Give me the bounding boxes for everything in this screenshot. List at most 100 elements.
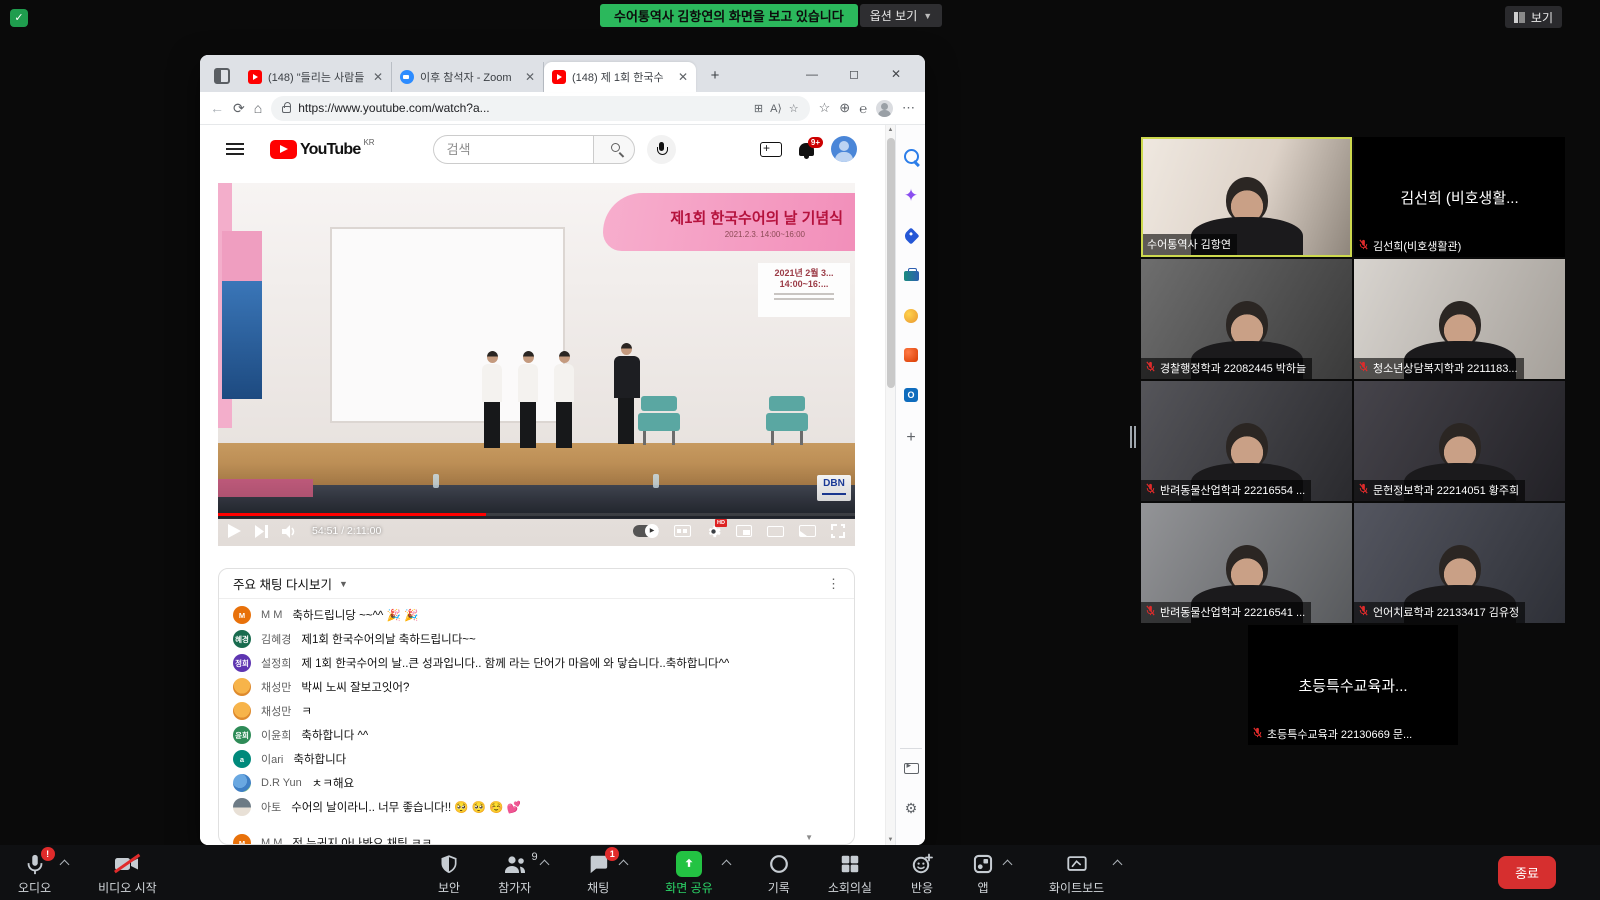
chevron-up-icon[interactable] xyxy=(619,860,629,870)
add-favorite-icon[interactable]: ☆ xyxy=(789,102,799,115)
miniplayer-icon[interactable] xyxy=(736,525,752,537)
collections-icon[interactable]: ⊕ xyxy=(839,100,850,116)
chat-message[interactable]: a이ari축하합니다 xyxy=(219,747,854,771)
youtube-avatar[interactable] xyxy=(831,136,857,162)
toolbar-item-chat[interactable]: 1채팅 xyxy=(586,851,627,896)
panel-resize-handle[interactable] xyxy=(1130,426,1136,448)
create-video-icon[interactable] xyxy=(760,142,782,157)
toolbar-item-video[interactable]: 비디오 시작 xyxy=(98,851,157,896)
next-icon[interactable] xyxy=(255,525,268,538)
read-aloud-icon[interactable]: A⟩ xyxy=(770,102,782,115)
play-icon[interactable] xyxy=(228,524,241,538)
favorites-icon[interactable]: ☆ xyxy=(819,100,831,116)
sidebar-openpanel-icon[interactable] xyxy=(902,759,920,777)
chat-message[interactable]: 채성만박씨 노씨 잘보고잇어? xyxy=(219,675,854,699)
chat-button[interactable]: 1채팅 xyxy=(586,851,610,896)
toolbar-item-security[interactable]: 보안 xyxy=(438,851,460,896)
audio-button[interactable]: !오디오 xyxy=(18,851,51,896)
page-scrollbar[interactable]: ▲ ▼ xyxy=(885,125,895,845)
minimize-button[interactable]: — xyxy=(791,56,833,92)
back-icon[interactable]: ← xyxy=(210,100,224,116)
chevron-up-icon[interactable] xyxy=(721,860,731,870)
reactions-button[interactable]: 반응 xyxy=(910,851,934,896)
share-button[interactable]: 화면 공유 xyxy=(665,851,713,896)
chat-message[interactable]: MM M축하드립니당 ~~^^ 🎉 🎉 xyxy=(219,603,854,627)
chat-message[interactable]: 정희설정희제 1회 한국수어의 날..큰 성과입니다.. 함께 라는 단어가 마… xyxy=(219,651,854,675)
chat-message[interactable]: 혜경김혜경제1회 한국수어의날 축하드립니다~~ xyxy=(219,627,854,651)
toolbar-item-record[interactable]: 기록 xyxy=(768,851,790,896)
url-text[interactable]: https://www.youtube.com/watch?a... xyxy=(298,101,747,115)
sidebar-office-icon[interactable] xyxy=(902,346,920,364)
scrollbar-thumb[interactable] xyxy=(887,138,895,388)
settings-menu-icon[interactable]: ⋯ xyxy=(902,100,915,116)
chat-header-title[interactable]: 주요 채팅 다시보기 xyxy=(233,574,332,593)
browser-tab[interactable]: 이후 참석자 - Zoom✕ xyxy=(392,62,544,92)
toolbar-item-apps[interactable]: 앱 xyxy=(972,851,1011,896)
video-player[interactable]: 제1회 한국수어의 날 기념식 2021.2.3. 14:00~16:00 20… xyxy=(218,183,855,546)
chat-message[interactable]: D.R Yunㅊㅋ해요 xyxy=(219,771,854,795)
split-screen-icon[interactable]: ⊞ xyxy=(754,102,763,115)
end-meeting-button[interactable]: 종료 xyxy=(1498,856,1556,889)
toolbar-item-reactions[interactable]: 반응 xyxy=(910,851,934,896)
participant-tile[interactable]: 수어통역사 김항연 xyxy=(1141,137,1352,257)
sidebar-games-icon[interactable] xyxy=(902,307,920,325)
chat-message[interactable]: 채성만ㅋ xyxy=(219,699,854,723)
new-tab-button[interactable]: + xyxy=(702,62,728,88)
search-button[interactable] xyxy=(593,135,635,164)
theater-mode-icon[interactable] xyxy=(767,526,784,537)
volume-icon[interactable] xyxy=(282,525,298,538)
video-button[interactable]: 비디오 시작 xyxy=(98,851,157,896)
breakout-button[interactable]: 소회의실 xyxy=(828,851,872,896)
autoplay-toggle[interactable] xyxy=(633,525,659,537)
subtitles-icon[interactable] xyxy=(674,525,691,537)
browser-profile-icon[interactable] xyxy=(876,100,893,117)
apps-button[interactable]: 앱 xyxy=(972,851,994,896)
participant-tile[interactable]: 경찰행정학과 22082445 박하늘 xyxy=(1141,259,1352,379)
scroll-up-icon[interactable]: ▲ xyxy=(886,127,895,133)
refresh-icon[interactable]: ⟳ xyxy=(233,100,245,117)
participant-tile[interactable]: 청소년상담복지학과 2211183... xyxy=(1354,259,1565,379)
notifications-button[interactable]: 9+ xyxy=(799,143,814,156)
browser-essentials-icon[interactable]: ℮ xyxy=(859,101,867,116)
participant-tile[interactable]: 김선희 (비호생활...김선희(비호생활관) xyxy=(1354,137,1565,257)
sidebar-add-icon[interactable]: + xyxy=(902,429,920,447)
chevron-up-icon[interactable] xyxy=(1113,860,1123,870)
participant-tile[interactable]: 초등특수교육과...초등특수교육과 22130669 문... xyxy=(1248,625,1458,745)
chat-scroll-down-icon[interactable]: ▼ xyxy=(805,833,813,842)
maximize-button[interactable]: ◻ xyxy=(833,56,875,92)
sidebar-search-icon[interactable] xyxy=(902,147,920,165)
cast-icon[interactable] xyxy=(799,525,816,537)
tab-close-icon[interactable]: ✕ xyxy=(373,70,383,84)
tab-close-icon[interactable]: ✕ xyxy=(525,70,535,84)
browser-tab[interactable]: (148) "들리는 사람들✕ xyxy=(240,62,392,92)
security-button[interactable]: 보안 xyxy=(438,851,460,896)
workspaces-icon[interactable] xyxy=(214,68,230,84)
toolbar-item-whiteboard[interactable]: 화이트보드 xyxy=(1049,851,1121,896)
youtube-logo[interactable]: YouTube KR xyxy=(270,140,375,159)
participant-tile[interactable]: 반려동물산업학과 22216554 ... xyxy=(1141,381,1352,501)
chevron-up-icon[interactable] xyxy=(60,860,70,870)
tab-close-icon[interactable]: ✕ xyxy=(678,70,688,84)
sidebar-shopping-icon[interactable] xyxy=(902,227,920,245)
participants-button[interactable]: 9참가자 xyxy=(498,851,531,896)
chat-menu-icon[interactable]: ⋮ xyxy=(827,576,840,592)
participant-tile[interactable]: 문헌정보학과 22214051 황주희 xyxy=(1354,381,1565,501)
sidebar-outlook-icon[interactable]: O xyxy=(902,386,920,404)
chevron-up-icon[interactable] xyxy=(540,860,550,870)
menu-icon[interactable] xyxy=(226,143,244,155)
record-button[interactable]: 기록 xyxy=(768,851,790,896)
toolbar-item-participants[interactable]: 9참가자 xyxy=(498,851,548,896)
toolbar-item-share[interactable]: 화면 공유 xyxy=(665,851,730,896)
search-input[interactable] xyxy=(433,135,593,164)
fullscreen-icon[interactable] xyxy=(831,524,845,538)
sidebar-settings-icon[interactable]: ⚙ xyxy=(902,799,920,817)
settings-gear-icon[interactable]: HD xyxy=(706,524,721,539)
chat-message[interactable]: MM M전 누귀지 아나봐요 채팅 ㅋㅋ xyxy=(219,831,854,845)
browser-tab[interactable]: (148) 제 1회 한국수✕ xyxy=(544,62,696,92)
chat-message[interactable]: 아토수어의 날이라니.. 너무 좋습니다!! 🥺 🥺 ☺️ 💕 xyxy=(219,795,854,819)
home-icon[interactable]: ⌂ xyxy=(254,100,262,116)
view-options-button[interactable]: 옵션 보기 ▼ xyxy=(860,4,942,27)
chat-message-list[interactable]: MM M축하드립니당 ~~^^ 🎉 🎉혜경김혜경제1회 한국수어의날 축하드립니… xyxy=(219,599,854,845)
view-button[interactable]: 보기 xyxy=(1505,6,1562,28)
whiteboard-button[interactable]: 화이트보드 xyxy=(1049,851,1104,896)
